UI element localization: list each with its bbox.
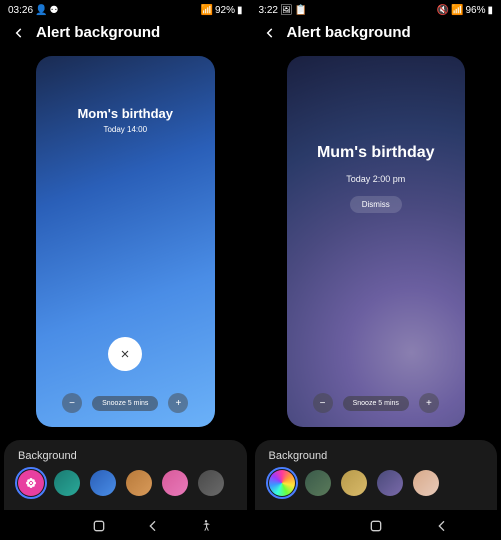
close-icon — [119, 348, 131, 360]
swatch-4[interactable] — [413, 470, 439, 496]
background-panel: Background — [4, 440, 247, 510]
swatch-2[interactable] — [341, 470, 367, 496]
left-screen: 03:26 👤 ⚉ 📶 92% ▮ Alert background Mom's… — [0, 0, 251, 540]
nav-bar — [251, 510, 501, 540]
alert-title: Mum's birthday — [317, 144, 435, 162]
preview-area: Mum's birthday Today 2:00 pm Dismiss − S… — [251, 47, 501, 440]
header: Alert background — [0, 18, 251, 47]
wifi-icon: 📶 — [451, 5, 463, 16]
header: Alert background — [251, 18, 501, 47]
dismiss-button[interactable]: Dismiss — [350, 196, 402, 213]
alert-preview: Mom's birthday Today 14:00 − Snooze 5 mi… — [36, 56, 215, 428]
swatch-5[interactable] — [198, 470, 224, 496]
battery-icon: ▮ — [237, 5, 243, 16]
swatch-3[interactable] — [126, 470, 152, 496]
battery-pct: 96% — [465, 5, 485, 16]
alert-subtitle: Today 2:00 pm — [346, 174, 405, 184]
recent-icon[interactable] — [301, 518, 317, 534]
swatch-5[interactable] — [449, 470, 475, 496]
swatch-4[interactable] — [162, 470, 188, 496]
page-title: Alert background — [36, 24, 160, 41]
home-icon[interactable] — [368, 518, 384, 534]
snooze-plus[interactable]: + — [419, 393, 439, 413]
back-icon[interactable] — [263, 26, 277, 40]
back-icon[interactable] — [12, 26, 26, 40]
recent-icon[interactable] — [38, 518, 54, 534]
status-time: 03:26 — [8, 5, 33, 16]
status-bar: 03:26 👤 ⚉ 📶 92% ▮ — [0, 0, 251, 18]
preview-area: Mom's birthday Today 14:00 − Snooze 5 mi… — [0, 47, 251, 440]
swatch-0[interactable] — [269, 470, 295, 496]
flower-icon — [24, 476, 38, 490]
snooze-button[interactable]: Snooze 5 mins — [92, 396, 158, 411]
snooze-minus[interactable]: − — [62, 393, 82, 413]
page-title: Alert background — [287, 24, 411, 41]
status-icon: 📋 — [295, 5, 307, 16]
swatch-row — [269, 470, 484, 496]
home-icon[interactable] — [91, 518, 107, 534]
wifi-icon: 📶 — [201, 5, 213, 16]
swatch-0[interactable] — [18, 470, 44, 496]
status-time: 3:22 — [259, 5, 278, 16]
snooze-row: − Snooze 5 mins + — [62, 393, 188, 413]
snooze-button[interactable]: Snooze 5 mins — [343, 396, 409, 411]
back-nav-icon[interactable] — [434, 518, 450, 534]
snooze-plus[interactable]: + — [168, 393, 188, 413]
swatch-2[interactable] — [90, 470, 116, 496]
status-headphone-icon: ⚉ — [49, 5, 58, 16]
snooze-minus[interactable]: − — [313, 393, 333, 413]
accessibility-icon[interactable] — [199, 519, 213, 533]
snooze-row: − Snooze 5 mins + — [313, 393, 439, 413]
swatch-1[interactable] — [305, 470, 331, 496]
alert-title: Mom's birthday — [77, 106, 173, 121]
background-panel: Background — [255, 440, 498, 510]
swatch-3[interactable] — [377, 470, 403, 496]
mute-icon: 🔇 — [437, 5, 449, 16]
background-label: Background — [18, 450, 233, 462]
battery-pct: 92% — [215, 5, 235, 16]
background-label: Background — [269, 450, 484, 462]
status-person-icon: 👤 — [35, 5, 47, 16]
status-bar: 3:22 🖼 📋 🔇 📶 96% ▮ — [251, 0, 501, 18]
alert-subtitle: Today 14:00 — [103, 125, 147, 134]
battery-icon: ▮ — [487, 5, 493, 16]
dismiss-circle[interactable] — [108, 337, 142, 371]
swatch-1[interactable] — [54, 470, 80, 496]
right-screen: 3:22 🖼 📋 🔇 📶 96% ▮ Alert background Mum'… — [251, 0, 501, 540]
alert-preview: Mum's birthday Today 2:00 pm Dismiss − S… — [287, 56, 466, 428]
back-nav-icon[interactable] — [145, 518, 161, 534]
status-icon: 🖼 — [280, 5, 293, 16]
nav-bar — [0, 510, 251, 540]
swatch-row — [18, 470, 233, 496]
